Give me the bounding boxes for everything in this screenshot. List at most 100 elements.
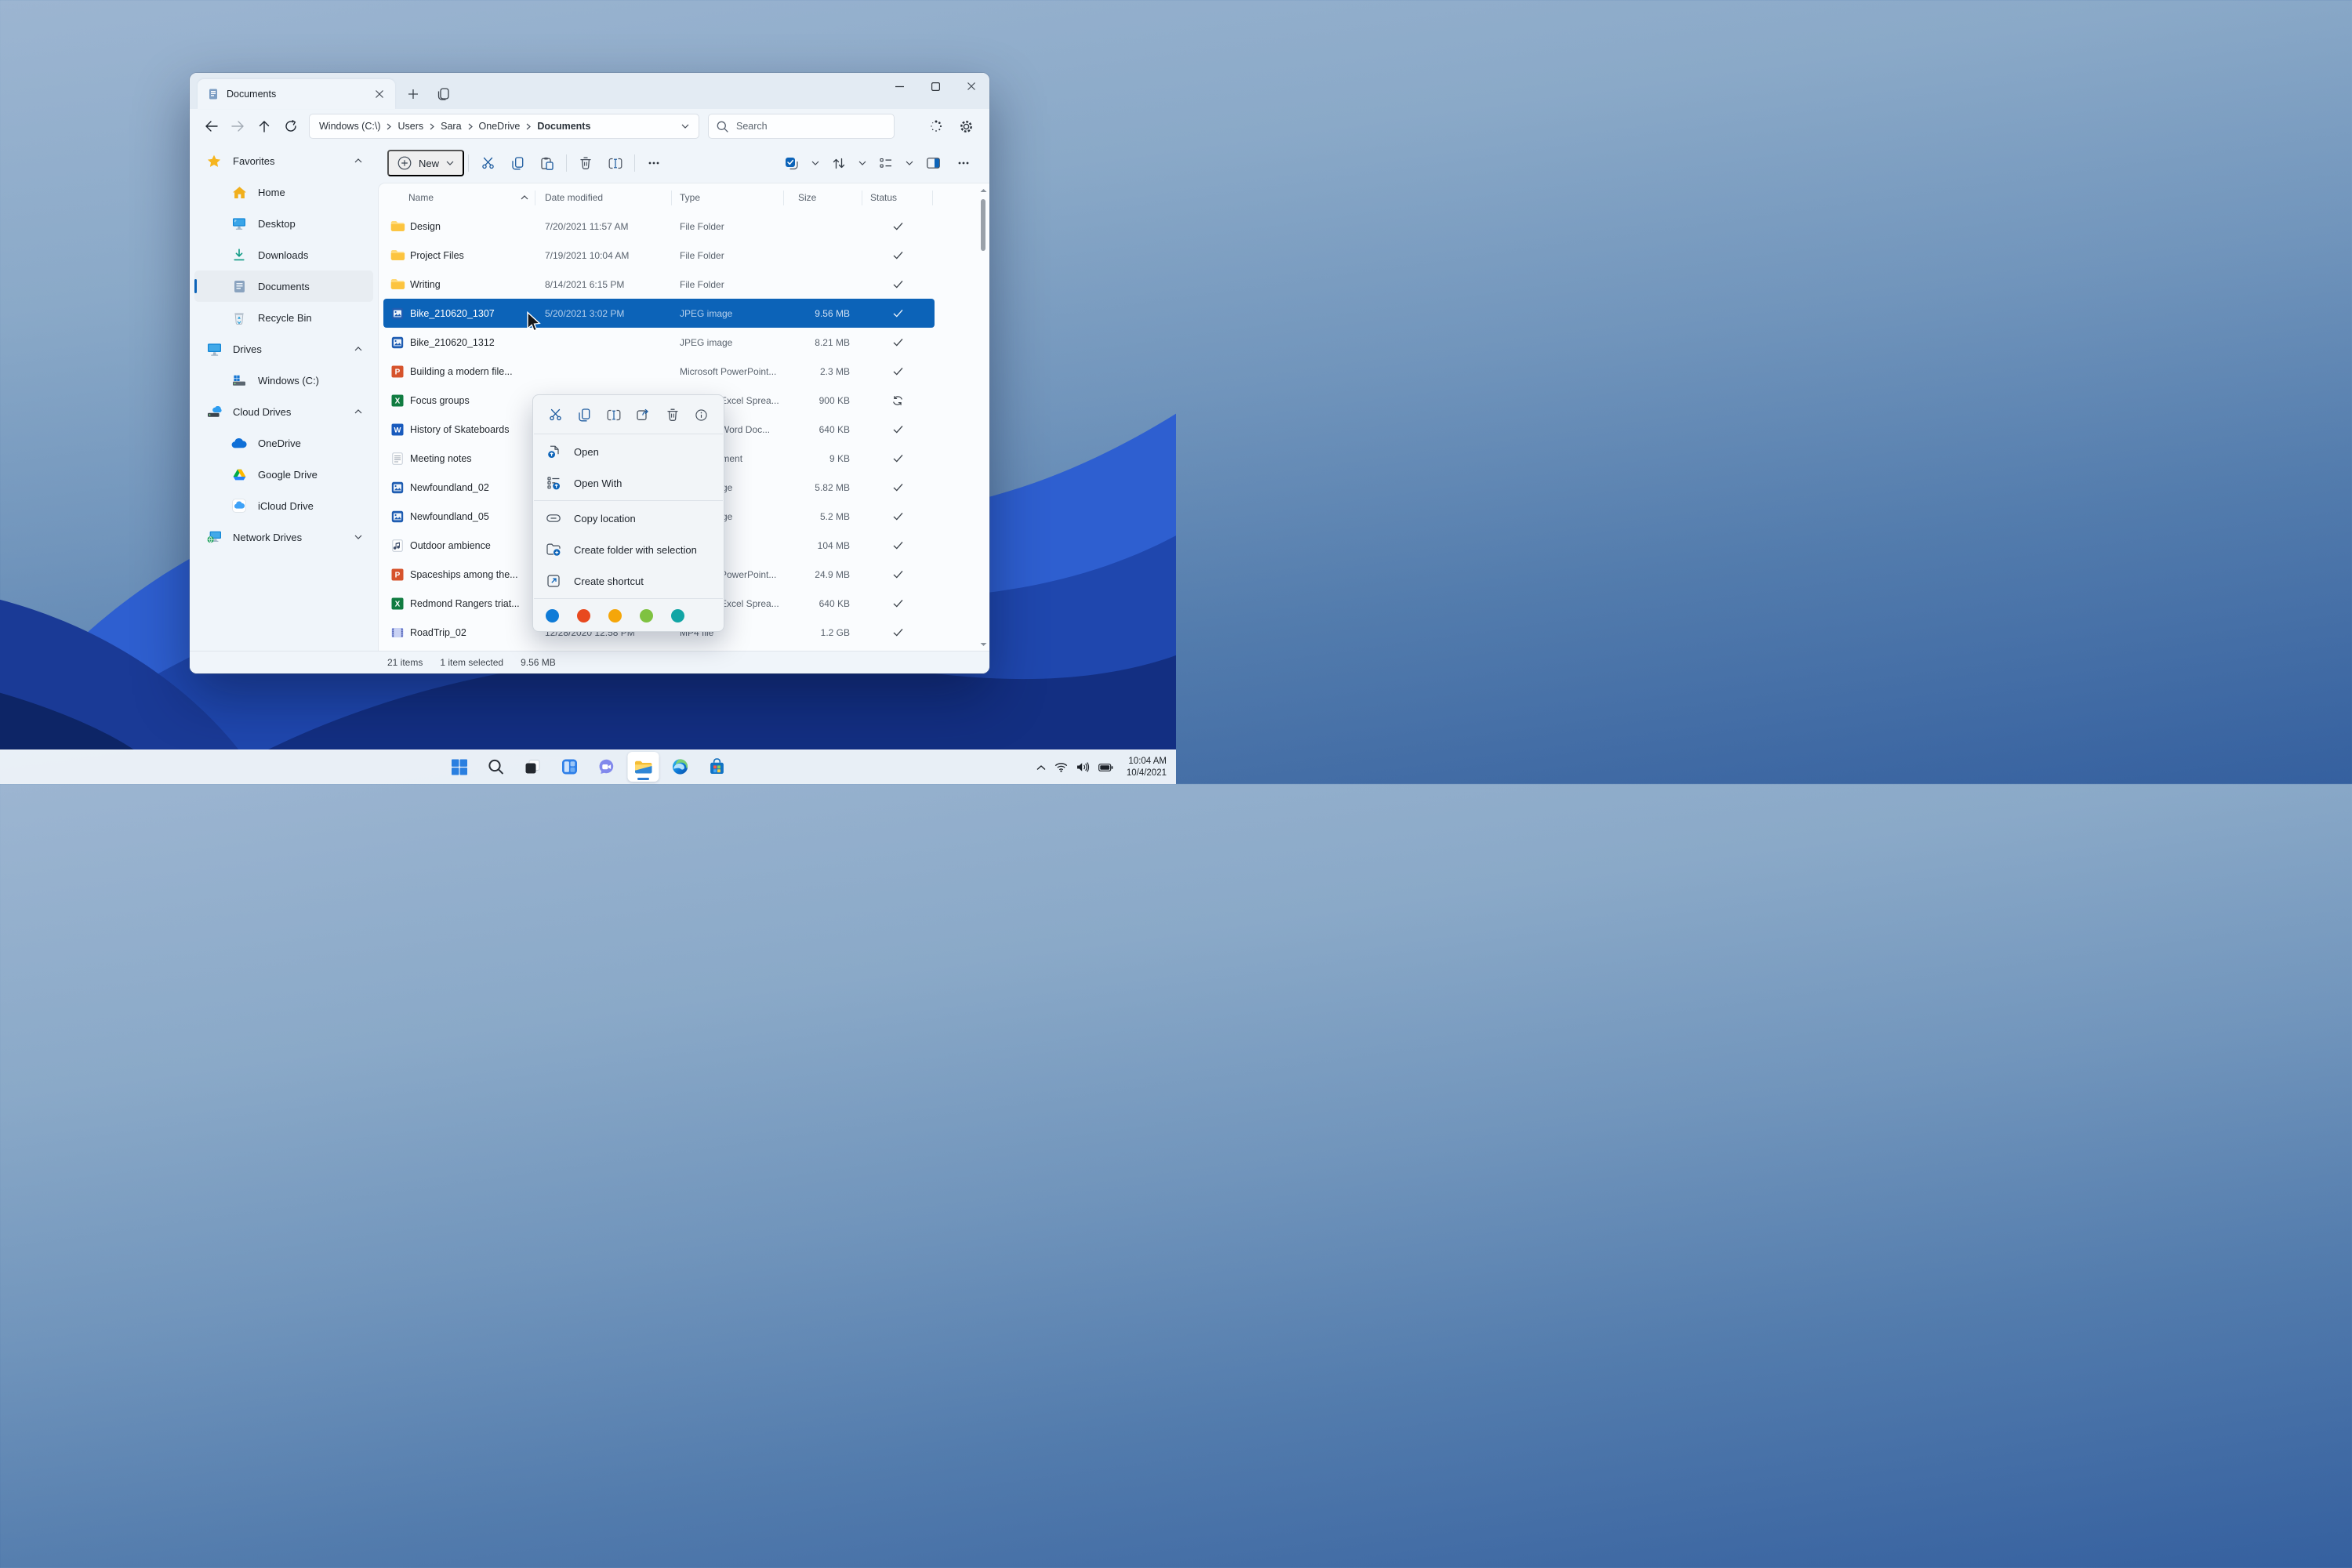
close-button[interactable] [953, 73, 989, 100]
sidebar-item-home[interactable]: Home [194, 176, 373, 208]
sort-ascending-icon [521, 195, 528, 200]
column-header-date-modified[interactable]: Date modified [535, 191, 672, 205]
quick-cut-button[interactable] [543, 404, 567, 426]
quick-delete-button[interactable] [661, 404, 684, 426]
scroll-up-icon[interactable] [980, 188, 987, 192]
tray-wifi-icon[interactable] [1054, 762, 1068, 772]
file-row[interactable]: Writing8/14/2021 6:15 PMFile Folder [383, 270, 935, 299]
chevron-up-icon[interactable] [354, 145, 362, 176]
more-options-button[interactable] [949, 150, 978, 176]
quick-copy-button[interactable] [572, 404, 596, 426]
quick-share-button[interactable] [631, 404, 655, 426]
taskbar-search-button[interactable] [481, 752, 512, 782]
sidebar-section-drives[interactable]: Drives [194, 333, 373, 365]
up-button[interactable] [251, 114, 278, 138]
taskbar-store-button[interactable] [702, 752, 733, 782]
file-row[interactable]: PBuilding a modern file...Microsoft Powe… [383, 357, 935, 386]
minimize-button[interactable] [881, 73, 917, 100]
taskbar-file-explorer-button[interactable] [628, 752, 659, 782]
sidebar-section-cloud-drives[interactable]: Cloud Drives [194, 396, 373, 427]
new-icon [397, 156, 412, 170]
tab-overview-button[interactable] [431, 82, 455, 106]
sidebar-section-favorites[interactable]: Favorites [194, 145, 373, 176]
tag-orange-dot[interactable] [577, 609, 590, 622]
tray-battery-icon[interactable] [1098, 764, 1113, 771]
taskbar-clock[interactable]: 10:04 AM 10/4/2021 [1127, 756, 1167, 779]
chevron-up-icon[interactable] [354, 333, 362, 365]
taskbar-task-view-button[interactable] [517, 752, 549, 782]
sidebar-item-desktop[interactable]: Desktop [194, 208, 373, 239]
quick-rename-button[interactable] [602, 404, 626, 426]
breadcrumb-segment[interactable]: Sara [441, 121, 461, 132]
search-box[interactable] [708, 114, 895, 139]
menu-item-create-shortcut[interactable]: Create shortcut [533, 565, 724, 597]
scrollbar-thumb[interactable] [981, 199, 985, 251]
sidebar-item-icloud-drive[interactable]: iCloud Drive [194, 490, 373, 521]
menu-item-copy-location[interactable]: Copy location [533, 503, 724, 534]
tab-documents[interactable]: Documents [198, 79, 395, 109]
view-layout-dropdown-icon[interactable] [902, 151, 917, 175]
breadcrumb-segment[interactable]: OneDrive [479, 121, 521, 132]
file-row[interactable]: Design7/20/2021 11:57 AMFile Folder [383, 212, 935, 241]
address-bar[interactable]: Windows (C:\) Users Sara OneDrive Documents [309, 114, 699, 139]
sidebar-item-documents[interactable]: Documents [194, 270, 373, 302]
breadcrumb-segment[interactable]: Documents [537, 121, 590, 132]
menu-item-open-with[interactable]: Open With [533, 467, 724, 499]
column-header-status[interactable]: Status [862, 191, 933, 205]
sort-dropdown-icon[interactable] [855, 151, 870, 175]
back-button[interactable] [198, 114, 224, 138]
scrollbar[interactable] [978, 188, 988, 647]
menu-item-create-folder-with-selection[interactable]: Create folder with selection [533, 534, 724, 565]
taskbar-widgets-button[interactable] [554, 752, 586, 782]
chevron-up-icon[interactable] [354, 396, 362, 427]
maximize-button[interactable] [917, 73, 953, 100]
new-button[interactable]: New [387, 150, 464, 176]
tag-blue-dot[interactable] [546, 609, 559, 622]
file-row[interactable]: Bike_210620_13075/20/2021 3:02 PMJPEG im… [383, 299, 935, 328]
forward-button[interactable] [224, 114, 251, 138]
column-header-name[interactable]: Name [388, 191, 535, 205]
delete-button[interactable] [571, 150, 601, 176]
tab-close-button[interactable] [370, 85, 389, 103]
breadcrumb-segment[interactable]: Users [397, 121, 423, 132]
sort-button[interactable] [824, 150, 854, 176]
chevron-down-icon[interactable] [354, 521, 362, 553]
settings-button[interactable] [953, 114, 978, 138]
select-toggle-dropdown-icon[interactable] [808, 151, 823, 175]
menu-item-open[interactable]: Open [533, 436, 724, 467]
view-layout-button[interactable] [871, 150, 901, 176]
tag-yellow-dot[interactable] [608, 609, 622, 622]
sidebar-item-windows-c-[interactable]: Windows (C:) [194, 365, 373, 396]
tray-volume-icon[interactable] [1076, 762, 1090, 772]
sidebar-section-network-drives[interactable]: Network Drives [194, 521, 373, 553]
refresh-button[interactable] [278, 114, 304, 138]
select-toggle-button[interactable] [777, 150, 807, 176]
more-options-button[interactable] [639, 150, 669, 176]
tray-tray-expand-icon[interactable] [1036, 764, 1046, 771]
search-input[interactable] [735, 120, 886, 132]
cut-button[interactable] [473, 150, 503, 176]
sidebar-item-recycle-bin[interactable]: Recycle Bin [194, 302, 373, 333]
details-pane-button[interactable] [918, 150, 948, 176]
taskbar-chat-button[interactable] [591, 752, 622, 782]
paste-button[interactable] [532, 150, 562, 176]
breadcrumb-segment[interactable]: Windows (C:\) [319, 121, 380, 132]
sidebar-item-onedrive[interactable]: OneDrive [194, 427, 373, 459]
copy-button[interactable] [503, 150, 532, 176]
taskbar-start-button[interactable] [444, 752, 475, 782]
quick-properties-button[interactable] [690, 404, 713, 426]
address-dropdown-icon[interactable] [681, 124, 689, 129]
sidebar-item-google-drive[interactable]: Google Drive [194, 459, 373, 490]
column-header-size[interactable]: Size [784, 191, 862, 205]
rename-button[interactable] [601, 150, 630, 176]
sidebar-item-downloads[interactable]: Downloads [194, 239, 373, 270]
column-header-type[interactable]: Type [672, 191, 784, 205]
tag-teal-dot[interactable] [671, 609, 684, 622]
file-size: 24.9 MB [784, 569, 862, 580]
scroll-down-icon[interactable] [980, 643, 987, 647]
tag-green-dot[interactable] [640, 609, 653, 622]
file-row[interactable]: Project Files7/19/2021 10:04 AMFile Fold… [383, 241, 935, 270]
file-row[interactable]: Bike_210620_1312JPEG image8.21 MB [383, 328, 935, 357]
taskbar-edge-button[interactable] [665, 752, 696, 782]
new-tab-button[interactable] [401, 82, 425, 106]
